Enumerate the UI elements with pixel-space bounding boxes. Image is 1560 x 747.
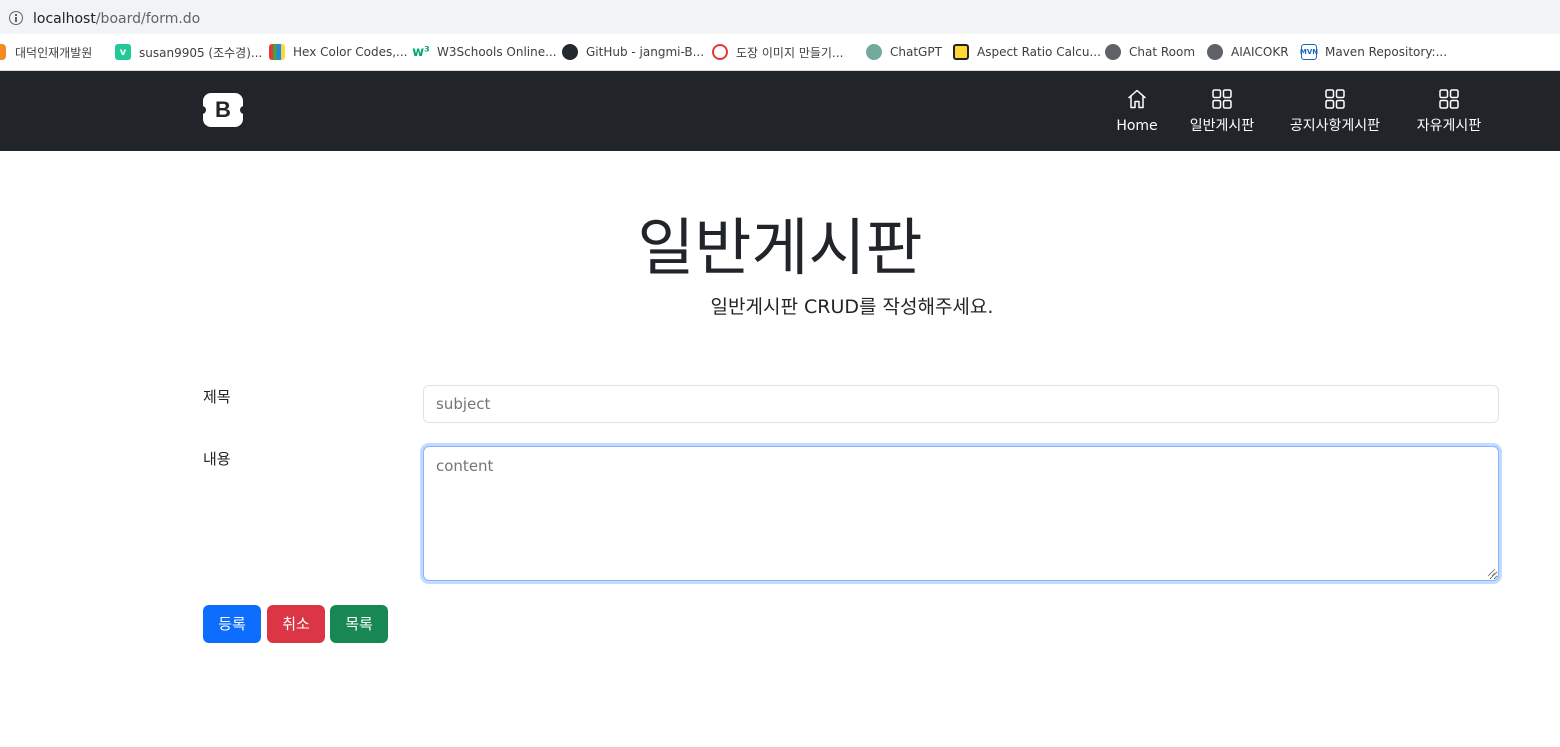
globe-icon [1105,44,1121,60]
bookmark-label: Maven Repository:... [1325,45,1448,59]
orange-bar-icon [0,44,6,60]
w3schools-icon: w³ [412,44,430,60]
nav-label: 자유게시판 [1416,118,1482,134]
submit-button[interactable]: 등록 [203,605,261,643]
url-host: localhost [33,11,96,27]
bookmark-item[interactable]: 도장 이미지 만들기... [712,43,843,61]
nav-label: 일반게시판 [1189,118,1255,134]
maven-icon: MVN [1300,44,1318,60]
nav-home[interactable]: Home [1112,87,1162,137]
home-icon [1128,89,1146,109]
bookmark-item[interactable]: w³ W3Schools Online... [412,43,557,61]
bookmark-item[interactable]: MVN Maven Repository:... [1300,43,1448,61]
cancel-button[interactable]: 취소 [267,605,325,643]
github-icon [562,44,578,60]
vimeo-icon: v [115,44,131,60]
content-textarea[interactable] [423,446,1499,581]
bookmark-item[interactable]: GitHub - jangmi-B... [562,43,704,61]
nav-label: 공지사항게시판 [1289,118,1381,134]
bookmark-item[interactable]: v susan9905 (조수경)... [115,43,262,61]
bookmark-item[interactable]: 대덕인재개발원 [0,43,92,61]
bookmark-label: AIAICOKR [1231,45,1289,59]
url-text[interactable]: localhost/board/form.do [33,10,200,28]
info-icon[interactable] [9,11,23,25]
page-subtitle: 일반게시판 CRUD를 작성해주세요. [710,296,994,318]
bookmark-label: W3Schools Online... [437,45,557,59]
stamp-icon [712,44,728,60]
bookmark-label: Aspect Ratio Calcu... [977,45,1101,59]
nav-general-board[interactable]: 일반게시판 [1184,87,1260,137]
bookmarks-bar: 대덕인재개발원 v susan9905 (조수경)... Hex Color Co… [0,34,1560,71]
brand-letter: B [215,97,231,122]
url-field[interactable]: localhost/board/form.do [0,2,1560,32]
bookmark-item[interactable]: ChatGPT [866,43,942,61]
subject-input[interactable] [423,385,1499,423]
grid-icon [1439,89,1459,109]
grid-icon [1212,89,1232,109]
globe-icon [1207,44,1223,60]
bookmark-item[interactable]: Chat Room [1105,43,1195,61]
aspect-ratio-icon [953,44,969,60]
bookmark-item[interactable]: Hex Color Codes,... [269,43,408,61]
bookmark-label: Chat Room [1129,45,1196,59]
subject-label: 제목 [203,388,231,406]
bookmark-label: ChatGPT [890,45,942,59]
page-title: 일반게시판 [637,211,923,284]
nav-free-board[interactable]: 자유게시판 [1410,87,1488,137]
chatgpt-icon [866,44,882,60]
bookmark-label: susan9905 (조수경)... [139,45,263,60]
top-navbar: B Home 일반게시판 공지사항게시판 자유게시판 [0,71,1560,151]
url-path: /board/form.do [95,11,201,27]
nav-notice-board[interactable]: 공지사항게시판 [1282,87,1388,137]
bookmark-label: Hex Color Codes,... [293,45,408,59]
brand-logo[interactable]: B [201,93,245,127]
list-button[interactable]: 목록 [330,605,388,643]
color-book-icon [269,44,285,60]
resize-grip-icon[interactable] [1486,567,1496,577]
bookmark-label: 도장 이미지 만들기... [736,45,844,60]
content-label: 내용 [203,450,231,468]
bookmark-label: GitHub - jangmi-B... [586,45,705,59]
bookmark-item[interactable]: Aspect Ratio Calcu... [953,43,1101,61]
browser-address-bar: localhost/board/form.do [0,0,1560,34]
nav-label: Home [1116,118,1158,134]
bookmark-item[interactable]: AIAICOKR [1207,43,1289,61]
grid-icon [1325,89,1345,109]
bookmark-label: 대덕인재개발원 [15,45,93,60]
